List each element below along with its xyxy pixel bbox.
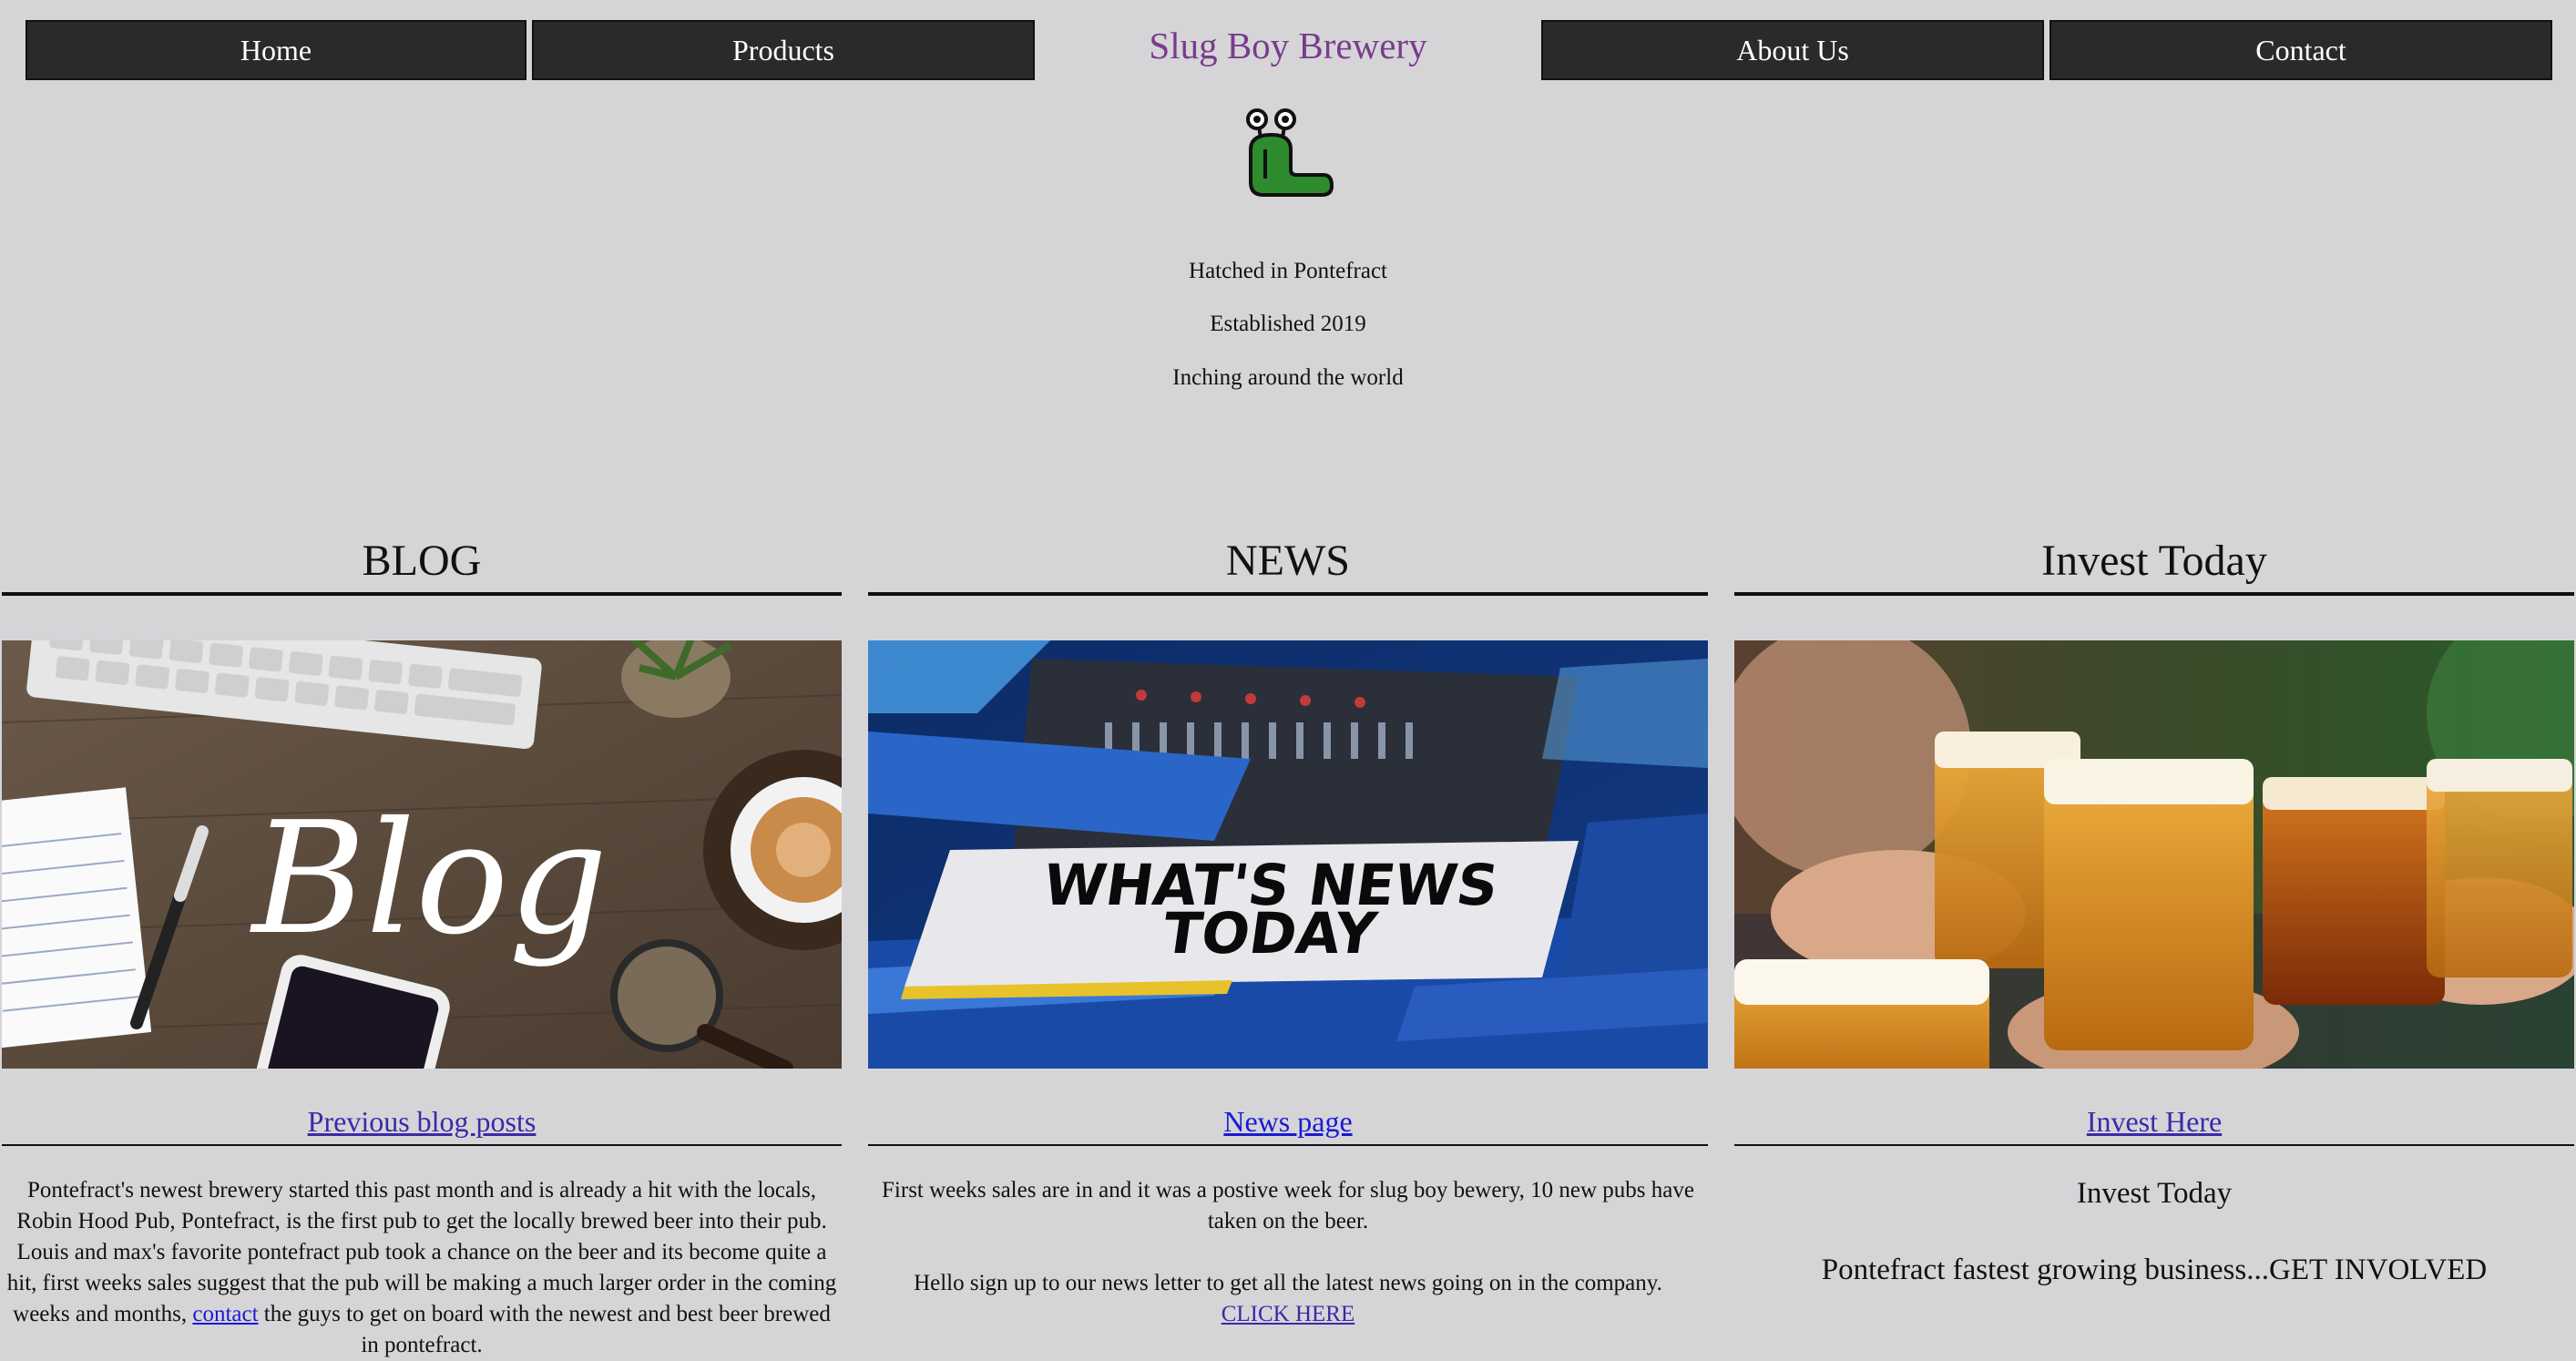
news-link-rule [868, 1144, 1708, 1146]
nav-home-button[interactable]: Home [26, 20, 526, 80]
invest-subtitle: Invest Today [2076, 1177, 2233, 1210]
nav-contact-button[interactable]: Contact [2050, 20, 2552, 80]
news-para-1: First weeks sales are in and it was a po… [882, 1178, 1694, 1233]
invest-link-rule [1734, 1144, 2574, 1146]
tagline-inching: Inching around the world [1172, 365, 1404, 390]
blog-body: Pontefract's newest brewery started this… [2, 1175, 842, 1361]
tagline-hatched: Hatched in Pontefract [1189, 259, 1387, 283]
blog-title: BLOG [362, 537, 482, 585]
news-para-2: Hello sign up to our news letter to get … [914, 1271, 1662, 1295]
click-here-link[interactable]: CLICK HERE [1222, 1302, 1355, 1326]
invest-slogan: Pontefract fastest growing business...GE… [1821, 1254, 2488, 1286]
invest-title-rule [1734, 592, 2574, 596]
nav-products-button[interactable]: Products [532, 20, 1035, 80]
slug-icon [1246, 108, 1334, 197]
blog-link-rule [2, 1144, 842, 1146]
contact-inline-link[interactable]: contact [192, 1302, 258, 1326]
blog-image-text: Blog [250, 789, 608, 969]
news-title-rule [868, 592, 1708, 596]
news-image-line2: TODAY [1159, 900, 1381, 967]
previous-blog-posts-link[interactable]: Previous blog posts [2, 1105, 842, 1139]
blog-body-text-end: the guys to get on board with the newest… [263, 1302, 831, 1357]
invest-title: Invest Today [2041, 537, 2267, 585]
nav-about-button[interactable]: About Us [1541, 20, 2044, 80]
tagline-established: Established 2019 [1210, 312, 1366, 336]
news-page-link[interactable]: News page [868, 1105, 1708, 1139]
invest-image [1734, 640, 2574, 1069]
blog-title-rule [2, 592, 842, 596]
blog-image: Blog [2, 640, 842, 1069]
brand-name[interactable]: Slug Boy Brewery [1035, 24, 1541, 67]
news-body: First weeks sales are in and it was a po… [868, 1175, 1708, 1330]
invest-here-link[interactable]: Invest Here [1734, 1105, 2574, 1139]
news-title: NEWS [1226, 537, 1350, 585]
news-image: WHAT'S NEWS TODAY [868, 640, 1708, 1069]
